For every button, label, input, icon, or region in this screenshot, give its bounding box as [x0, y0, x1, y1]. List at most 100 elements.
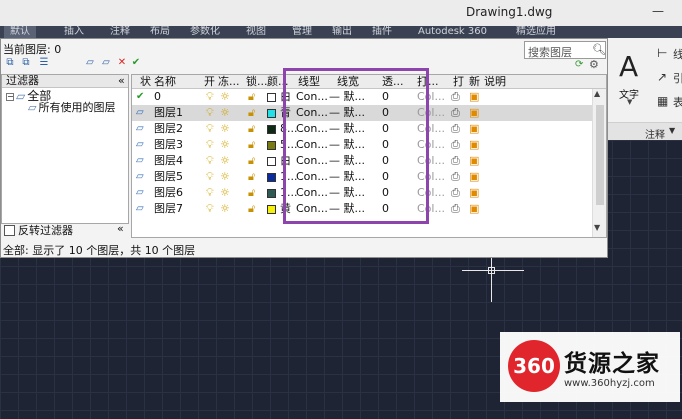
scroll-up-icon[interactable]: ▲: [594, 89, 600, 98]
column-header[interactable]: 状: [140, 75, 151, 89]
printer-icon[interactable]: ⎙: [451, 153, 460, 169]
color-swatch[interactable]: [267, 141, 276, 150]
color-swatch[interactable]: [267, 109, 276, 118]
freeze-sun-icon[interactable]: ☼: [220, 185, 230, 201]
freeze-sun-icon[interactable]: ☼: [220, 105, 230, 121]
layer-status-icon[interactable]: ▱: [136, 105, 144, 121]
printer-icon[interactable]: ⎙: [451, 89, 460, 105]
on-off-bulb-icon[interactable]: 💡︎: [206, 201, 214, 217]
text-tool-icon[interactable]: A: [619, 50, 638, 83]
search-icon[interactable]: 🔍︎: [592, 43, 606, 56]
layer-status-icon[interactable]: ▱: [136, 137, 144, 153]
table-icon[interactable]: ▦: [657, 94, 671, 108]
ribbon-tab[interactable]: 参数化: [190, 26, 220, 38]
color-swatch[interactable]: [267, 173, 276, 182]
column-header[interactable]: 新: [469, 75, 480, 89]
printer-icon[interactable]: ⎙: [451, 105, 460, 121]
column-header[interactable]: 打: [453, 75, 464, 89]
tree-node-used-layers[interactable]: ▱ 所有使用的图层: [28, 99, 115, 115]
column-header[interactable]: 冻...: [218, 75, 240, 89]
new-vp-freeze-icon[interactable]: ▣: [469, 153, 479, 169]
dimension-label[interactable]: 线: [673, 46, 682, 62]
on-off-bulb-icon[interactable]: 💡︎: [206, 137, 214, 153]
on-off-bulb-icon[interactable]: 💡︎: [206, 185, 214, 201]
printer-icon[interactable]: ⎙: [451, 137, 460, 153]
layer-name[interactable]: 图层1: [154, 105, 183, 121]
tree-expander-icon[interactable]: −: [6, 93, 14, 101]
printer-icon[interactable]: ⎙: [451, 185, 460, 201]
leader-label[interactable]: 引: [673, 70, 682, 86]
ribbon-tab[interactable]: 布局: [150, 26, 170, 38]
search-layer-input[interactable]: 搜索图层 🔍︎: [524, 41, 606, 59]
ribbon-tab[interactable]: 输出: [332, 26, 352, 38]
unlock-icon[interactable]: 🔓︎: [248, 137, 255, 153]
freeze-sun-icon[interactable]: ☼: [220, 169, 230, 185]
column-header[interactable]: 开: [204, 75, 215, 89]
new-vp-freeze-icon[interactable]: ▣: [469, 169, 479, 185]
refresh-icon[interactable]: ⟳: [575, 59, 583, 70]
freeze-sun-icon[interactable]: ☼: [220, 121, 230, 137]
on-off-bulb-icon[interactable]: 💡︎: [206, 169, 214, 185]
freeze-sun-icon[interactable]: ☼: [220, 153, 230, 169]
unlock-icon[interactable]: 🔓︎: [248, 169, 255, 185]
collapse-icon[interactable]: «: [117, 222, 124, 235]
color-swatch[interactable]: [267, 189, 276, 198]
new-group-filter-icon[interactable]: ⧉: [19, 56, 33, 70]
leader-icon[interactable]: ↗: [657, 70, 671, 84]
freeze-sun-icon[interactable]: ☼: [220, 89, 230, 105]
settings-icon[interactable]: ⚙: [589, 58, 599, 71]
unlock-icon[interactable]: 🔓︎: [248, 153, 255, 169]
layer-status-icon[interactable]: ▱: [136, 201, 144, 217]
ribbon-tab[interactable]: 视图: [246, 26, 266, 38]
new-property-filter-icon[interactable]: ⧉: [3, 56, 17, 70]
ribbon-tab[interactable]: Autodesk 360: [418, 26, 487, 38]
color-swatch[interactable]: [267, 157, 276, 166]
ribbon-tab[interactable]: 默认: [4, 26, 36, 38]
layer-name[interactable]: 图层5: [154, 169, 183, 185]
layer-name[interactable]: 图层6: [154, 185, 183, 201]
minimize-button[interactable]: —: [652, 4, 664, 18]
on-off-bulb-icon[interactable]: 💡︎: [206, 105, 214, 121]
printer-icon[interactable]: ⎙: [451, 169, 460, 185]
layer-status-icon[interactable]: ✔: [136, 89, 144, 105]
freeze-sun-icon[interactable]: ☼: [220, 137, 230, 153]
new-layer-vp-frozen-icon[interactable]: ▱: [99, 56, 113, 70]
unlock-icon[interactable]: 🔓︎: [248, 185, 255, 201]
dimension-icon[interactable]: ⊢: [657, 46, 671, 60]
new-vp-freeze-icon[interactable]: ▣: [469, 89, 479, 105]
column-header[interactable]: 名称: [154, 75, 176, 89]
chevron-down-icon[interactable]: ▼: [669, 126, 675, 135]
unlock-icon[interactable]: 🔓︎: [248, 201, 255, 217]
layer-status-icon[interactable]: ▱: [136, 153, 144, 169]
layer-states-icon[interactable]: ☰: [37, 56, 51, 70]
ribbon-tab[interactable]: 精选应用: [516, 26, 556, 38]
color-swatch[interactable]: [267, 93, 276, 102]
invert-filter-checkbox[interactable]: [4, 225, 15, 236]
new-vp-freeze-icon[interactable]: ▣: [469, 121, 479, 137]
new-vp-freeze-icon[interactable]: ▣: [469, 185, 479, 201]
annotation-panel-footer[interactable]: 注释 ▼: [607, 122, 682, 141]
layer-name[interactable]: 0: [154, 89, 161, 105]
scroll-down-icon[interactable]: ▼: [594, 223, 600, 232]
printer-icon[interactable]: ⎙: [451, 201, 460, 217]
unlock-icon[interactable]: 🔓︎: [248, 121, 255, 137]
color-swatch[interactable]: [267, 125, 276, 134]
unlock-icon[interactable]: 🔓︎: [248, 105, 255, 121]
chevron-down-icon[interactable]: ▼: [627, 98, 632, 106]
freeze-sun-icon[interactable]: ☼: [220, 201, 230, 217]
on-off-bulb-icon[interactable]: 💡︎: [206, 89, 214, 105]
ribbon-tab[interactable]: 注释: [110, 26, 130, 38]
new-vp-freeze-icon[interactable]: ▣: [469, 105, 479, 121]
ribbon-tab[interactable]: 插件: [372, 26, 392, 38]
layer-status-icon[interactable]: ▱: [136, 169, 144, 185]
layer-status-icon[interactable]: ▱: [136, 121, 144, 137]
color-swatch[interactable]: [267, 205, 276, 214]
layer-name[interactable]: 图层4: [154, 153, 183, 169]
printer-icon[interactable]: ⎙: [451, 121, 460, 137]
column-header[interactable]: 说明: [484, 75, 506, 89]
table-label[interactable]: 表: [673, 94, 682, 110]
layer-name[interactable]: 图层7: [154, 201, 183, 217]
on-off-bulb-icon[interactable]: 💡︎: [206, 153, 214, 169]
on-off-bulb-icon[interactable]: 💡︎: [206, 121, 214, 137]
set-current-icon[interactable]: ✔: [129, 56, 143, 70]
